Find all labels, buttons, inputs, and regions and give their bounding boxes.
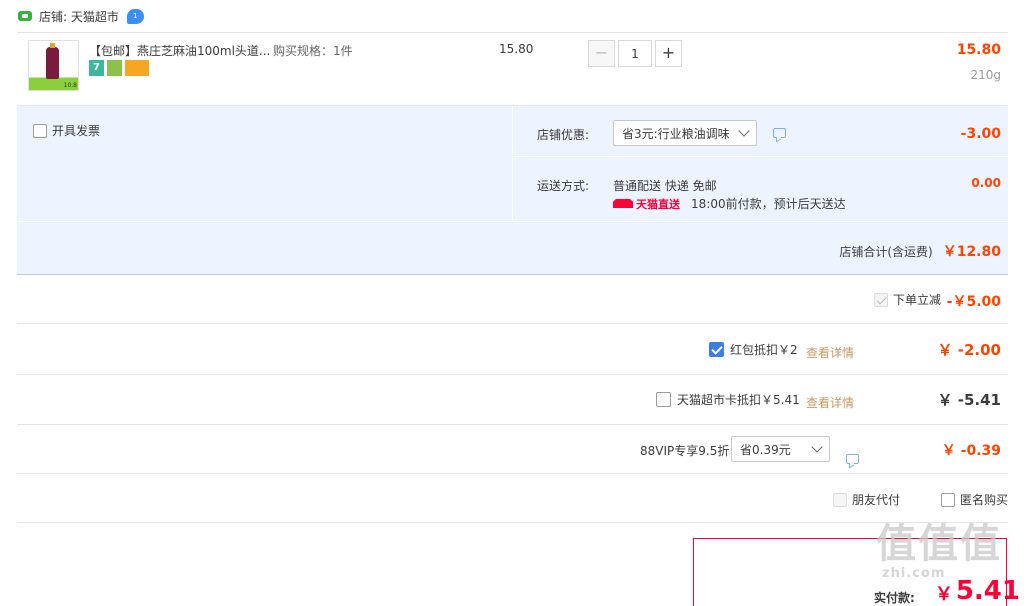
divider [17,323,1008,324]
friend-pay-checkbox [833,492,847,507]
anonymous-checkbox[interactable] [941,492,955,507]
divider [512,106,513,222]
unit-price: 15.80 [499,42,534,56]
anonymous-option[interactable]: 匿名购买 [941,491,1008,508]
store-header: 店铺: 天猫超市 1 [18,7,144,25]
store-discount-selected: 省3元:行业粮油调味 [622,126,730,141]
divider [17,424,1008,425]
divider [17,374,1008,375]
invoice-label: 开具发票 [52,124,101,138]
bottle-image [46,43,59,79]
divider [513,156,1008,157]
delivery-note: 18:00前付款，预计后天送达 [691,197,846,211]
product-thumbnail[interactable]: 10.8 [28,40,79,91]
divider [17,221,1008,222]
item-weight: 210g [970,68,1001,82]
instant-discount-label: 下单立减 [893,293,942,307]
store-icon [18,10,32,22]
shipping-label: 运送方式: [537,179,590,193]
anonymous-label: 匿名购买 [960,493,1009,507]
guarantee-icon[interactable] [107,60,122,76]
store-total-row: 店铺合计(含运费) ￥12.80 [839,241,1001,261]
quantity-input[interactable] [618,40,652,67]
chevron-down-icon [811,441,823,453]
invoice-checkbox[interactable] [33,123,47,138]
quantity-stepper: − + [588,40,682,67]
store-discount-amount: -3.00 [960,126,1001,142]
store-discount-label: 店铺优惠: [537,128,590,142]
wangwang-chat-icon[interactable]: 1 [126,8,144,24]
final-amount: 5.41 [955,576,1020,606]
red-packet-label: 红包抵扣￥2 [730,343,798,357]
message-icon[interactable] [773,128,786,138]
store-total-label: 店铺合计(含运费) [839,244,933,259]
item-total-price: 15.80 [956,42,1001,58]
quantity-increase-button[interactable]: + [655,40,682,67]
product-title[interactable]: 【包邮】燕庄芝麻油100ml头道... [89,42,269,59]
store-total-amount: ￥12.80 [942,244,1001,260]
tmall-card-checkbox[interactable] [656,392,671,407]
vip88-discount-select[interactable]: 省0.39元 [731,436,830,462]
shipping-amount: 0.00 [971,176,1001,190]
final-payment-label: 实付款: [874,591,915,605]
instant-discount-option: 下单立减 [874,291,941,308]
final-payment-row: 实付款: ￥ 5.41 [874,576,1020,606]
vip88-amount: ￥ -0.39 [941,443,1001,459]
divider [17,522,1008,523]
invoice-option[interactable]: 开具发票 [33,122,100,139]
red-packet-checkbox[interactable] [709,342,724,357]
quantity-decrease-button[interactable]: − [588,40,615,67]
tmall-direct-text: 天猫直送 [636,197,680,211]
tmall-card-amount: ￥ -5.41 [937,391,1001,409]
order-confirm-page: 店铺: 天猫超市 1 10.8 【包邮】燕庄芝麻油100ml头道... 7 购买… [0,0,1030,606]
vip88-selected: 省0.39元 [740,442,791,457]
message-icon[interactable] [846,454,859,464]
delivery-info: 天猫直送 18:00前付款，预计后天送达 [613,195,846,212]
friend-pay-label: 朋友代付 [852,493,901,507]
product-spec: 购买规格：1件 [273,44,353,58]
thumb-price-tag: 10.8 [63,82,77,89]
red-packet-details-link[interactable]: 查看详情 [806,344,854,361]
chevron-down-icon [738,125,750,137]
friend-pay-option: 朋友代付 [833,491,900,508]
final-payment-value: ￥ 5.41 [935,576,1020,606]
tmall-card-details-link[interactable]: 查看详情 [806,394,854,411]
instant-discount-checkbox [874,292,888,307]
shipping-method: 普通配送 快递 免邮 [613,179,717,193]
seven-day-return-icon[interactable]: 7 [89,60,104,76]
service-badges: 7 [89,60,149,76]
truck-icon [613,199,633,208]
tmall-card-option[interactable]: 天猫超市卡抵扣￥5.41 [656,391,800,408]
store-discount-select[interactable]: 省3元:行业粮油调味 [613,120,757,146]
instant-discount-amount: -￥5.00 [946,294,1001,310]
divider [17,473,1008,474]
final-currency: ￥ [934,584,953,605]
tmall-card-label: 天猫超市卡抵扣￥5.41 [677,393,800,407]
red-packet-amount: ￥ -2.00 [937,341,1001,359]
store-name[interactable]: 店铺: 天猫超市 [39,8,119,25]
vip88-label: 88VIP专享9.5折 [640,444,730,458]
red-packet-option[interactable]: 红包抵扣￥2 [709,341,798,358]
tmall-direct-badge: 天猫直送 [613,196,680,212]
card-payment-icon[interactable] [125,60,149,76]
